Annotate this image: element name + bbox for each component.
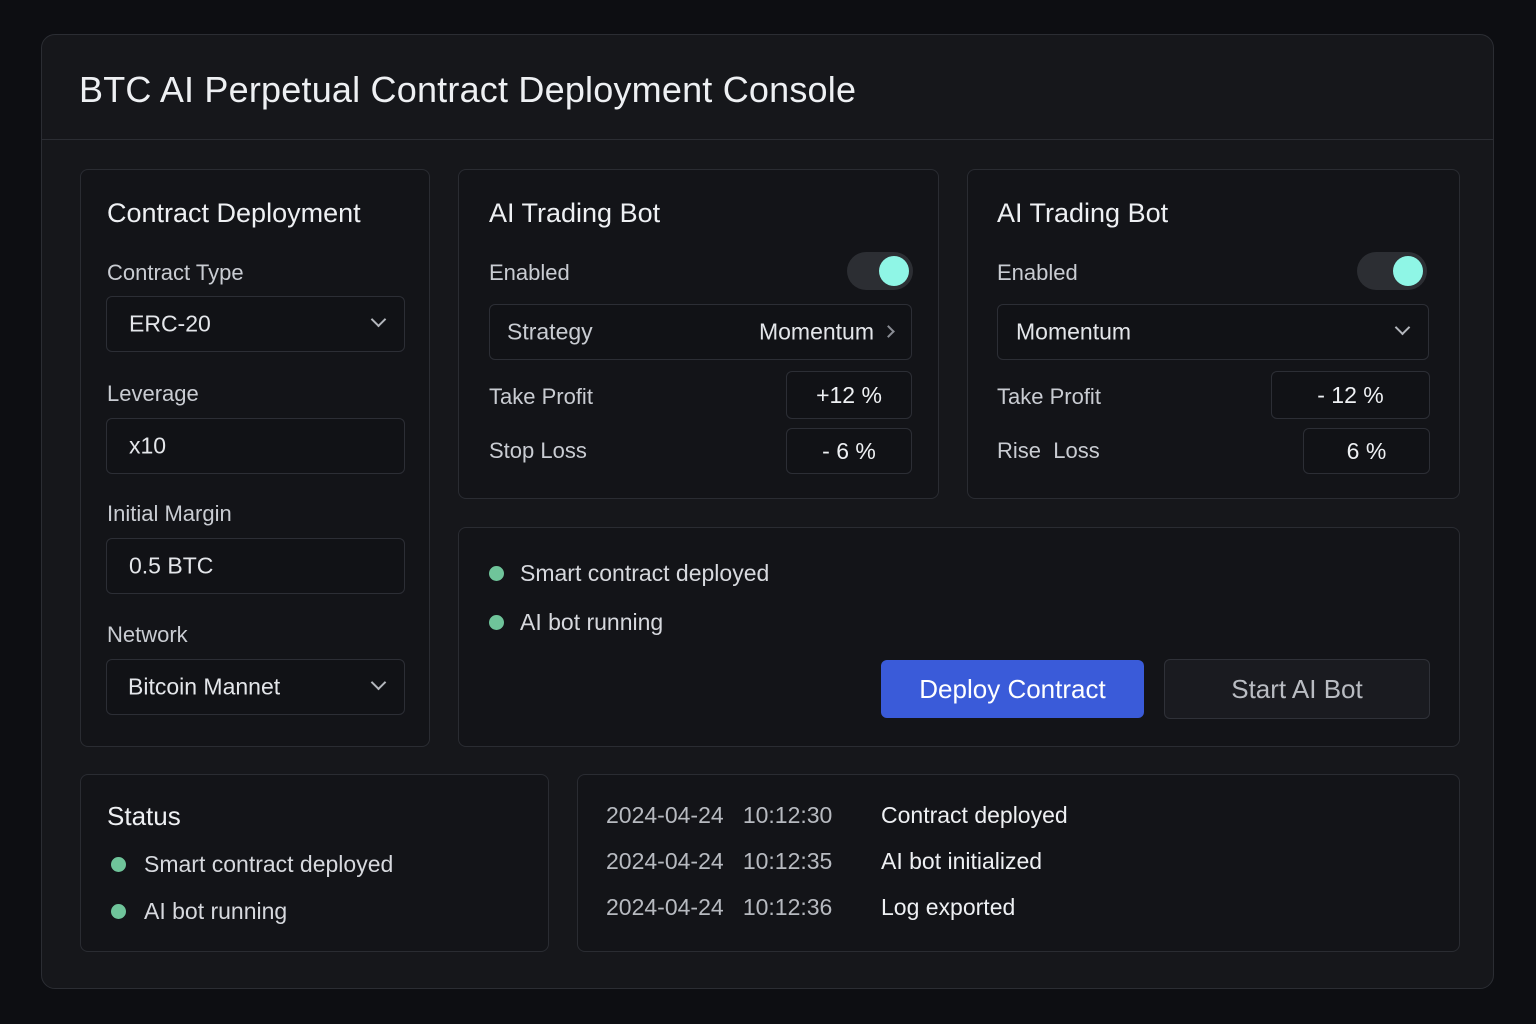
leverage-label: Leverage: [107, 381, 199, 406]
bot-1-take-profit-label: Take Profit: [489, 384, 593, 409]
bot-2-title: AI Trading Bot: [997, 198, 1169, 228]
network-label: Network: [107, 622, 188, 647]
bot-2-enabled-label: Enabled: [997, 260, 1078, 285]
bot-2-strategy-value: Momentum: [1016, 318, 1132, 345]
chevron-down-icon: [1394, 319, 1411, 336]
toggle-knob: [1393, 256, 1423, 286]
ai-trading-bot-panel-2: AI Trading Bot Enabled Momentum Take Pro…: [967, 169, 1460, 499]
status-title: Status: [107, 801, 181, 831]
bot-1-stop-loss-label: Stop Loss: [489, 438, 587, 463]
log-timestamp: 2024-04-24 10:12:36: [606, 894, 833, 920]
bot-1-take-profit-input[interactable]: +12 %: [786, 371, 912, 419]
leverage-value: x10: [129, 432, 167, 459]
log-message: Log exported: [881, 894, 1016, 920]
action-status-item: AI bot running: [520, 609, 664, 635]
leverage-input[interactable]: x10: [106, 418, 405, 474]
console-window: BTC AI Perpetual Contract Deployment Con…: [41, 34, 1494, 989]
bot-1-strategy-value: Momentum: [758, 318, 874, 345]
event-log-panel: 2024-04-24 10:12:30 Contract deployed 20…: [577, 774, 1460, 952]
window-header: BTC AI Perpetual Contract Deployment Con…: [42, 35, 1493, 140]
status-item: AI bot running: [144, 898, 288, 924]
action-status-item: Smart contract deployed: [520, 560, 770, 586]
initial-margin-input[interactable]: 0.5 BTC: [106, 538, 405, 594]
status-dot-icon: [111, 857, 126, 872]
log-message: AI bot initialized: [881, 848, 1043, 874]
bot-1-strategy-select[interactable]: Strategy Momentum: [489, 304, 912, 360]
log-timestamp: 2024-04-24 10:12:35: [606, 848, 833, 874]
ai-trading-bot-panel-1: AI Trading Bot Enabled Strategy Momentum…: [458, 169, 939, 499]
initial-margin-label: Initial Margin: [107, 501, 232, 526]
actions-panel: Smart contract deployed AI bot running D…: [458, 527, 1460, 747]
bot-1-enabled-toggle[interactable]: [847, 252, 913, 290]
chevron-down-icon: [370, 311, 387, 328]
contract-type-select[interactable]: ERC-20: [106, 296, 405, 352]
toggle-knob: [879, 256, 909, 286]
status-panel: Status Smart contract deployed AI bot ru…: [80, 774, 549, 952]
status-dot-icon: [489, 566, 504, 581]
contract-type-value: ERC-20: [129, 310, 211, 337]
log-message: Contract deployed: [881, 802, 1068, 828]
bot-1-strategy-label: Strategy: [507, 318, 593, 345]
status-dot-icon: [111, 904, 126, 919]
chevron-right-icon: [882, 325, 895, 338]
bot-2-take-profit-label: Take Profit: [997, 384, 1101, 409]
contract-deployment-title: Contract Deployment: [107, 198, 361, 228]
chevron-down-icon: [370, 674, 387, 691]
bot-2-rise-loss-input[interactable]: 6 %: [1303, 428, 1430, 474]
status-item: Smart contract deployed: [144, 851, 394, 877]
bot-1-stop-loss-input[interactable]: - 6 %: [786, 428, 912, 474]
bot-2-strategy-select[interactable]: Momentum: [997, 304, 1429, 360]
initial-margin-value: 0.5 BTC: [129, 552, 214, 579]
bot-2-enabled-toggle[interactable]: [1357, 252, 1427, 290]
status-dot-icon: [489, 615, 504, 630]
network-select[interactable]: Bitcoin Mannet: [106, 659, 405, 715]
contract-deployment-panel: Contract Deployment Contract Type ERC-20…: [80, 169, 430, 747]
log-timestamp: 2024-04-24 10:12:30: [606, 802, 833, 828]
bot-1-enabled-label: Enabled: [489, 260, 570, 285]
contract-type-label: Contract Type: [107, 260, 244, 285]
deploy-contract-button[interactable]: Deploy Contract: [881, 660, 1144, 718]
page-title: BTC AI Perpetual Contract Deployment Con…: [79, 69, 857, 110]
bot-2-take-profit-input[interactable]: - 12 %: [1271, 371, 1430, 419]
bot-2-rise-loss-label: Rise Loss: [997, 438, 1100, 463]
network-value: Bitcoin Mannet: [128, 673, 281, 700]
start-ai-bot-button[interactable]: Start AI Bot: [1164, 659, 1430, 719]
bot-1-title: AI Trading Bot: [489, 198, 661, 228]
